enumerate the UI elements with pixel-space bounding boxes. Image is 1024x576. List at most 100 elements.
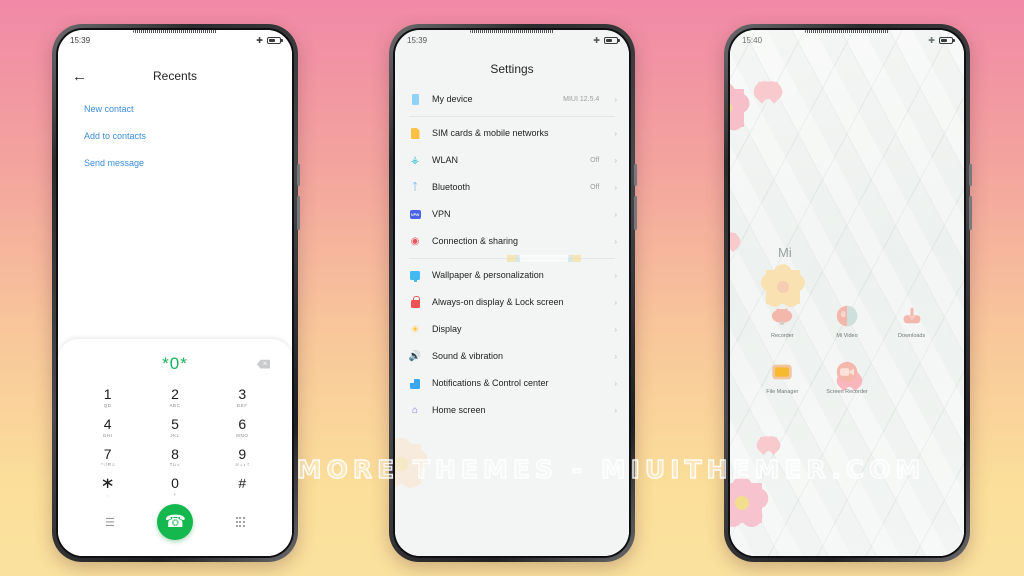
settings-row-bluetooth[interactable]: ᛏ Bluetooth Off › [395, 174, 629, 201]
settings-divider [395, 113, 629, 120]
app-downloads[interactable]: Downloads [879, 302, 944, 340]
sound-icon: 🔊 [408, 351, 422, 362]
volume-button[interactable] [297, 164, 300, 186]
key-digit: 6 [238, 415, 247, 432]
key-letters: QD [103, 402, 112, 408]
phone-call-icon[interactable]: ☎ [157, 504, 194, 540]
key-digit: 3 [238, 386, 247, 403]
key-letters: , [106, 491, 109, 497]
display-brightness-icon: ☀ [410, 324, 420, 336]
app-label: File Manager [766, 389, 799, 396]
settings-row-vpn[interactable]: VPN VPN › [395, 201, 629, 228]
settings-row-always-on-display[interactable]: Always-on display & Lock screen › [395, 289, 629, 316]
page-title: Recents [152, 69, 198, 83]
keypad-grid-icon[interactable] [235, 517, 245, 527]
chevron-right-icon: › [614, 406, 617, 415]
settings-row-sound-vibration[interactable]: 🔊 Sound & vibration › [395, 343, 629, 370]
key-digit: 2 [171, 386, 179, 403]
home-icon: ⌂ [411, 405, 419, 416]
airplane-icon: ✚ [593, 35, 600, 45]
chevron-right-icon: › [614, 129, 617, 138]
settings-row-label: Always-on display & Lock screen [432, 296, 564, 307]
battery-icon [604, 36, 620, 44]
chevron-right-icon: › [614, 379, 617, 388]
wallpaper-icon [409, 270, 421, 282]
settings-row-my-device[interactable]: My device MIUI 12.5.4 › [395, 86, 629, 113]
dialed-number: *0* [162, 354, 188, 374]
notifications-icon [409, 378, 421, 390]
app-label: Downloads [898, 333, 926, 339]
key-letters: GHI [102, 432, 113, 438]
volume-button[interactable] [634, 164, 637, 186]
file-manager-icon [769, 358, 796, 385]
chevron-right-icon: › [614, 271, 617, 280]
app-grid: Recorder Mi Video Downloads File Manager… [730, 302, 964, 397]
settings-row-connection-sharing[interactable]: ◉ Connection & sharing › [395, 228, 629, 255]
dialer-header: ← Recents [58, 50, 292, 90]
app-screen-recorder[interactable]: Screen Recorder [815, 358, 880, 396]
earpiece-speaker [470, 30, 554, 33]
hamburger-menu-icon[interactable]: ☰ [105, 516, 115, 529]
downloads-icon [898, 302, 925, 329]
settings-row-wlan[interactable]: ⚶ WLAN Off › [395, 147, 629, 174]
backspace-icon[interactable]: ✕ [257, 359, 270, 369]
app-recorder[interactable]: Recorder [750, 302, 815, 340]
battery-icon [939, 36, 955, 44]
settings-row-label: Connection & sharing [432, 235, 519, 246]
settings-row-display[interactable]: ☀ Display › [395, 316, 629, 343]
dial-key-6[interactable]: 6 MNO [209, 413, 276, 441]
app-file-manager[interactable]: File Manager [750, 358, 815, 396]
key-digit: 1 [103, 386, 112, 403]
dial-key-3[interactable]: 3 DEF [209, 383, 276, 411]
chevron-right-icon: › [614, 210, 617, 219]
bluetooth-icon: ᛏ [412, 182, 418, 193]
app-mi-video[interactable]: Mi Video [815, 302, 880, 340]
settings-row-label: Notifications & Control center [432, 377, 549, 388]
settings-group-device: My device MIUI 12.5.4 › [395, 86, 629, 113]
key-letters: ABC [169, 402, 181, 408]
dial-key-1[interactable]: 1 QD [74, 383, 141, 411]
screen-recorder-icon [833, 358, 860, 385]
page-title: Settings [490, 62, 534, 76]
settings-group-system: Wallpaper & personalization › Always-on … [395, 262, 629, 424]
dialpad-bottom-bar: ☰ ☎ [58, 500, 292, 556]
dial-display: *0* ✕ [58, 349, 292, 379]
status-bar: 15:40 ✚ [730, 30, 964, 50]
action-send-message[interactable]: Send message [84, 158, 292, 168]
key-digit: 4 [103, 415, 112, 432]
settings-row-label: SIM cards & mobile networks [432, 127, 549, 138]
mi-widget-label: Mi [778, 245, 792, 260]
action-new-contact[interactable]: New contact [84, 104, 292, 114]
dial-key-5[interactable]: 5 JKL [141, 413, 208, 441]
app-row: File Manager Screen Recorder [750, 358, 944, 396]
settings-row-label: Wallpaper & personalization [432, 269, 544, 280]
airplane-icon: ✚ [928, 35, 935, 45]
settings-row-value: Off [590, 157, 600, 164]
earpiece-speaker [805, 30, 889, 33]
status-bar: 15:39 ✚ [58, 30, 292, 50]
settings-row-home-screen[interactable]: ⌂ Home screen › [395, 397, 629, 424]
settings-row-label: WLAN [432, 154, 459, 165]
chevron-right-icon: › [614, 298, 617, 307]
settings-row-wallpaper[interactable]: Wallpaper & personalization › [395, 262, 629, 289]
action-add-to-contacts[interactable]: Add to contacts [84, 131, 292, 141]
dial-key-2[interactable]: 2 ABC [141, 383, 208, 411]
power-button[interactable] [969, 196, 972, 230]
settings-row-label: VPN [432, 208, 451, 219]
settings-row-label: Bluetooth [432, 181, 471, 192]
settings-row-notifications[interactable]: Notifications & Control center › [395, 370, 629, 397]
recorder-icon [769, 302, 796, 329]
lock-icon [409, 296, 421, 309]
wifi-icon: ⚶ [410, 155, 420, 166]
chevron-right-icon: › [614, 156, 617, 165]
mi-video-icon [833, 302, 860, 329]
volume-button[interactable] [969, 164, 972, 186]
settings-row-value: Off [590, 184, 600, 191]
power-button[interactable] [297, 196, 300, 230]
dial-key-4[interactable]: 4 GHI [74, 413, 141, 441]
settings-row-sim-cards[interactable]: SIM cards & mobile networks › [395, 120, 629, 147]
key-letters: DEF [236, 402, 248, 408]
key-digit: 5 [171, 415, 179, 432]
power-button[interactable] [634, 196, 637, 230]
app-label: Screen Recorder [826, 389, 868, 396]
